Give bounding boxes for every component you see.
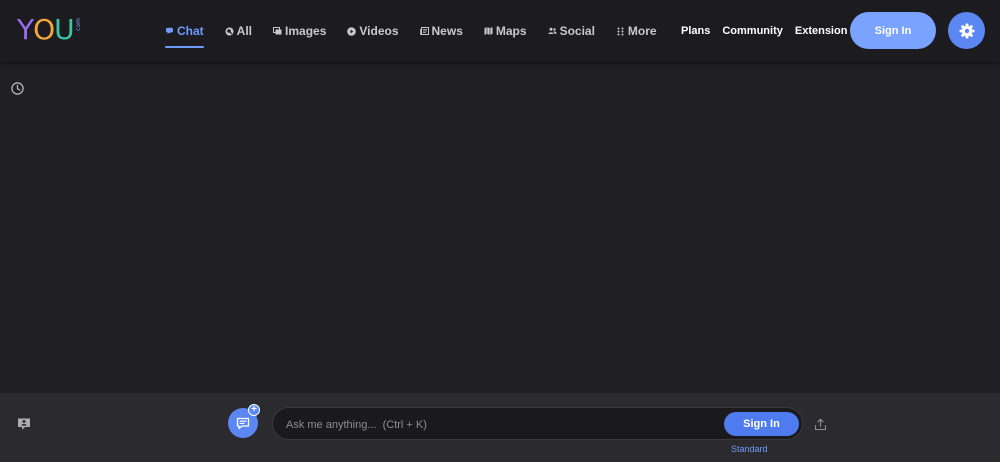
history-clock-icon[interactable] <box>11 82 24 95</box>
logo-suffix: com <box>74 18 82 31</box>
logo-letter-u: U <box>54 13 74 46</box>
logo-letter-o: O <box>33 13 55 46</box>
header-links: Plans Community Extension <box>681 0 859 62</box>
you-logo[interactable]: Y O U com <box>17 16 82 44</box>
plans-link[interactable]: Plans <box>681 25 710 37</box>
chat-icon <box>165 27 174 36</box>
feedback-icon[interactable] <box>17 417 31 431</box>
search-icon <box>225 27 234 36</box>
nav-tab-label: Social <box>559 24 595 38</box>
nav-tab-label: All <box>236 24 253 38</box>
chat-input[interactable] <box>284 408 718 441</box>
chat-bubble-icon <box>236 417 250 430</box>
nav-tab-chat[interactable]: Chat <box>165 16 204 48</box>
gear-icon <box>959 23 975 39</box>
composer-sign-in-button[interactable]: Sign In <box>724 412 799 436</box>
chat-input-box: Sign In <box>272 407 803 441</box>
nav-tab-label: More <box>627 24 657 38</box>
nav-tab-social[interactable]: Social <box>547 16 595 46</box>
nav-tab-label: Chat <box>177 24 204 38</box>
map-icon <box>484 27 493 36</box>
nav-tab-news[interactable]: News <box>419 16 463 46</box>
header-sign-in-button[interactable]: Sign In <box>850 12 936 49</box>
search-mode-nav: Chat All Images Videos News Maps Social … <box>165 0 678 62</box>
top-header: Y O U com Chat All Images Videos News Ma… <box>0 0 1000 63</box>
settings-button[interactable] <box>948 12 985 49</box>
nav-tab-images[interactable]: Images <box>273 16 326 46</box>
nav-tab-label: Videos <box>359 24 399 38</box>
app-root: Y O U com Chat All Images Videos News Ma… <box>0 0 1000 462</box>
nav-tab-videos[interactable]: Videos <box>347 16 399 46</box>
nav-tab-label: News <box>431 24 463 38</box>
nav-tab-all[interactable]: All <box>225 16 252 46</box>
nav-tab-maps[interactable]: Maps <box>484 16 527 46</box>
extension-link[interactable]: Extension <box>795 25 848 37</box>
logo-letter-y: Y <box>17 13 34 46</box>
mode-selector[interactable]: Standard <box>731 444 768 454</box>
images-icon <box>273 27 282 36</box>
news-icon <box>419 27 429 36</box>
plus-icon: + <box>248 404 260 416</box>
community-link[interactable]: Community <box>722 25 783 37</box>
nav-tab-more[interactable]: More <box>616 16 657 46</box>
share-upload-icon[interactable] <box>814 418 827 431</box>
grid-dots-icon <box>616 27 625 36</box>
nav-tab-label: Maps <box>495 24 527 38</box>
play-icon <box>347 26 357 36</box>
composer-bar: + Sign In Standard <box>0 393 1000 462</box>
people-icon <box>547 27 557 36</box>
nav-tab-label: Images <box>285 24 327 38</box>
